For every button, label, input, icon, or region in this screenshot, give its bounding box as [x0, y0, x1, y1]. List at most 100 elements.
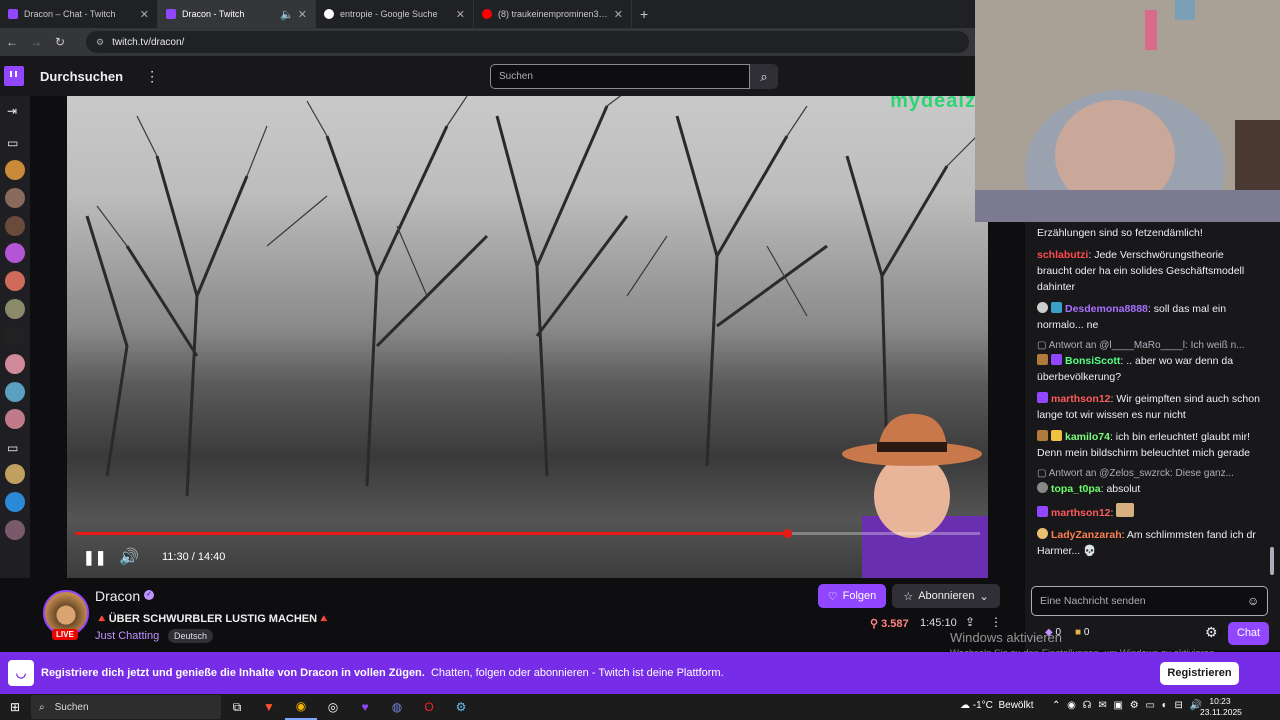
browse-link[interactable]: Durchsuchen: [40, 69, 123, 84]
search-icon: ⌕: [39, 701, 45, 713]
channel-avatar[interactable]: [5, 160, 25, 180]
badge-icon: [1037, 354, 1048, 365]
expand-sidebar-icon[interactable]: ⇥: [7, 104, 17, 118]
system-tray-icons[interactable]: ⌃ ◉ ☊ ✉ ▣ ⚙ ▭ ◐ ⊟ 🔊: [1052, 700, 1204, 711]
search-input[interactable]: Suchen: [490, 64, 750, 89]
reply-indicator[interactable]: ▢ Antwort an @l____MaRo____l: Ich weiß n…: [1025, 339, 1273, 353]
taskbar-clock[interactable]: 10:23 23.11.2025: [1200, 696, 1242, 718]
channel-name[interactable]: Dracon: [95, 588, 140, 604]
channel-avatar[interactable]: [5, 299, 25, 319]
channel-points-value: 0: [1083, 627, 1090, 638]
task-view-icon[interactable]: ⧉: [221, 694, 253, 720]
channel-avatar[interactable]: [5, 354, 25, 374]
chat-message: topa_t0pa: absolut: [1025, 481, 1273, 497]
seek-bar[interactable]: [75, 529, 980, 538]
chat-username[interactable]: marthson12: [1051, 393, 1111, 405]
banner-text: Registriere dich jetzt und genieße die I…: [41, 667, 724, 679]
reply-indicator[interactable]: ▢ Antwort an @Zelos_swzrck: Diese ganz..…: [1025, 467, 1273, 481]
chat-username[interactable]: kamilo74: [1065, 431, 1110, 443]
chrome-icon[interactable]: ◉: [285, 694, 317, 720]
verified-icon: ✓: [144, 590, 154, 600]
twitch-logo-icon[interactable]: [4, 66, 24, 86]
chat-username[interactable]: topa_t0pa: [1051, 483, 1101, 495]
opera-icon[interactable]: O: [413, 694, 445, 720]
channel-avatar[interactable]: [5, 464, 25, 484]
banner-bold-text: Registriere dich jetzt und genieße die I…: [41, 667, 425, 679]
playback-time: 11:30 / 14:40: [162, 551, 226, 563]
video-player[interactable]: mydealz ❚❚ 🔊 11:30 / 14:40: [67, 96, 988, 578]
category-link[interactable]: Just Chatting: [95, 630, 159, 642]
new-tab-button[interactable]: +: [632, 6, 656, 22]
weather-text: Bewölkt: [998, 700, 1034, 711]
chat-send-button[interactable]: Chat: [1228, 622, 1269, 645]
channel-avatar[interactable]: [5, 520, 25, 540]
url-field[interactable]: ⚙ twitch.tv/dracon/: [86, 31, 969, 53]
back-icon[interactable]: ←: [0, 35, 24, 49]
obs-icon[interactable]: ◎: [317, 694, 349, 720]
channel-avatar[interactable]: [5, 382, 25, 402]
search-icon[interactable]: ⌕: [750, 64, 778, 89]
windows-start-icon[interactable]: ⊞: [3, 700, 27, 714]
chat-input[interactable]: Eine Nachricht senden: [1031, 586, 1268, 616]
more-options-icon[interactable]: ⋮: [990, 615, 1002, 629]
tab-title: Dracon – Chat - Twitch: [24, 9, 116, 19]
heart-app-icon[interactable]: ♥: [349, 694, 381, 720]
steam-icon[interactable]: ⚙: [445, 694, 477, 720]
pause-icon[interactable]: ❚❚: [83, 549, 106, 566]
tab-dracon-twitch[interactable]: Dracon - Twitch 🔈 ✕: [158, 0, 316, 28]
url-text: twitch.tv/dracon/: [112, 36, 185, 48]
chat-message: marthson12:: [1025, 503, 1273, 521]
brave-browser-icon[interactable]: ▼: [253, 694, 285, 720]
channel-avatar[interactable]: [5, 216, 25, 236]
chat-username[interactable]: BonsiScott: [1065, 355, 1120, 367]
gear-icon[interactable]: ⚙: [1205, 624, 1218, 641]
stream-title: 🔺ÜBER SCHWURBLER LUSTIG MACHEN🔺: [95, 613, 331, 625]
chat-scrollbar[interactable]: [1270, 547, 1274, 575]
channel-avatar[interactable]: [5, 492, 25, 512]
channel-avatar[interactable]: [5, 271, 25, 291]
chat-username[interactable]: LadyZanzarah: [1051, 529, 1122, 541]
tab-youtube[interactable]: (8) traukeinemprominen3 - YouTube ✕: [474, 0, 632, 28]
volume-icon[interactable]: 🔊: [119, 547, 139, 567]
taskbar-search[interactable]: ⌕ Suchen: [31, 695, 221, 719]
share-icon[interactable]: ⇪: [965, 615, 975, 629]
channel-avatar[interactable]: [5, 409, 25, 429]
chat-username[interactable]: Desdemona8888: [1065, 303, 1148, 315]
close-tab-icon[interactable]: ✕: [456, 8, 465, 21]
chat-message-list[interactable]: Erzählungen sind so fetzendämlich! schla…: [1025, 222, 1273, 582]
weather-widget[interactable]: ☁ -1°C Bewölkt: [960, 700, 1033, 711]
register-button[interactable]: Registrieren: [1160, 662, 1239, 685]
language-tag[interactable]: Deutsch: [168, 629, 214, 643]
message-text: Erzählungen sind so fetzendämlich!: [1037, 227, 1203, 239]
chat-message: schlabutzi: Jede Verschwörungstheorie br…: [1037, 249, 1245, 293]
discord-icon[interactable]: ◍: [381, 694, 413, 720]
chat-username[interactable]: schlabutzi: [1037, 249, 1088, 261]
emote-icon: [1116, 503, 1135, 517]
channel-avatar[interactable]: [5, 243, 25, 263]
reload-icon[interactable]: ↻: [48, 35, 72, 49]
chat-username[interactable]: marthson12: [1051, 507, 1111, 519]
viewer-count-value: 3.587: [881, 618, 909, 630]
tab-dracon-chat[interactable]: Dracon – Chat - Twitch ✕: [0, 0, 158, 28]
close-tab-icon[interactable]: ✕: [614, 8, 623, 21]
channel-points-icon: ■: [1075, 627, 1084, 638]
close-tab-icon[interactable]: ✕: [140, 8, 149, 21]
youtube-favicon-icon: [482, 9, 492, 19]
follow-button[interactable]: ♡ Folgen: [818, 584, 886, 608]
speaker-icon[interactable]: 🔈: [280, 8, 294, 21]
channel-avatar[interactable]: [5, 326, 25, 346]
forward-icon[interactable]: →: [24, 35, 48, 49]
emote-picker-icon[interactable]: ☺: [1247, 594, 1259, 608]
badge-icon: [1051, 302, 1062, 313]
windows-taskbar: ⊞ ⌕ Suchen ⧉ ▼ ◉ ◎ ♥ ◍ O ⚙ ☁ -1°C Bewölk…: [0, 694, 1280, 720]
site-info-icon[interactable]: ⚙: [96, 37, 104, 48]
channel-avatar[interactable]: [5, 188, 25, 208]
reply-text: Antwort an @l____MaRo____l: Ich weiß n..…: [1048, 340, 1245, 351]
close-tab-icon[interactable]: ✕: [298, 8, 307, 21]
more-menu-icon[interactable]: ⋮: [145, 68, 159, 85]
twitch-favicon-icon: [166, 9, 176, 19]
subscribe-button[interactable]: ☆ Abonnieren ⌄: [892, 584, 1000, 608]
tab-google-search[interactable]: entropie - Google Suche ✕: [316, 0, 474, 28]
channel-points-counter[interactable]: ■ 0: [1075, 627, 1089, 638]
person-icon: ⚲: [870, 618, 879, 630]
